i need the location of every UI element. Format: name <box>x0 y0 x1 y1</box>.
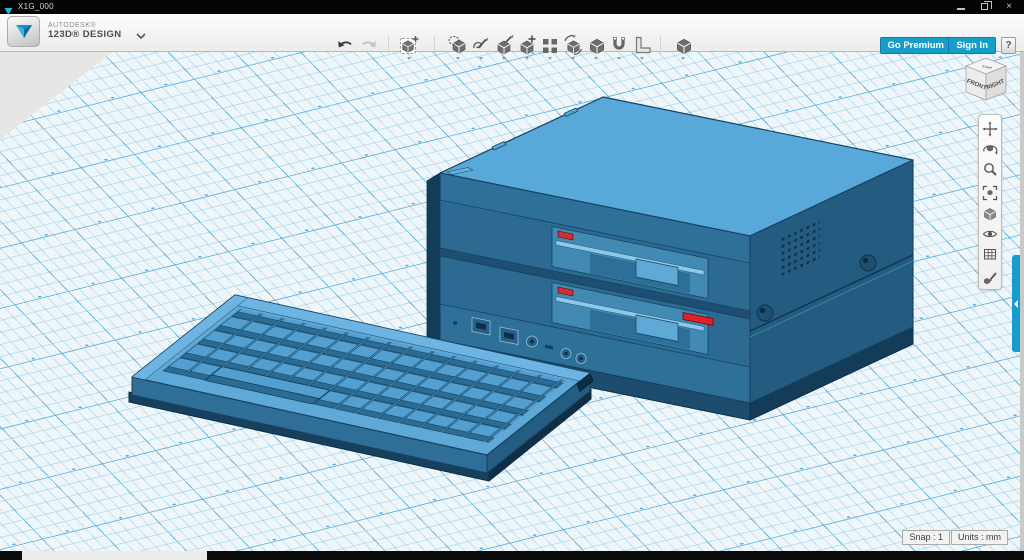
snap-magnet-icon <box>608 34 630 56</box>
undo-icon <box>336 37 354 53</box>
grouping-icon <box>562 34 584 56</box>
sign-in-button[interactable]: Sign In <box>948 37 996 54</box>
measure-ruler-icon <box>631 34 653 56</box>
insert-icon <box>398 34 420 56</box>
dropdown-caret <box>571 57 575 60</box>
zoom-button[interactable] <box>980 160 1000 179</box>
grid-far-corner <box>0 52 112 140</box>
measure-button[interactable] <box>631 34 653 56</box>
window-title: X1G_000 <box>18 2 54 11</box>
material-icon <box>672 34 694 56</box>
combine-button[interactable] <box>585 34 607 56</box>
minimize-icon <box>957 8 965 10</box>
redo-button[interactable] <box>358 34 380 56</box>
toolbar-separator <box>388 36 389 54</box>
title-bar: X1G_000 × <box>0 0 1024 14</box>
material-button[interactable] <box>672 34 694 56</box>
dropdown-caret <box>640 57 644 60</box>
orbit-button[interactable] <box>980 139 1000 158</box>
eye-icon <box>982 226 998 242</box>
sketch-icon <box>470 34 492 56</box>
logo-triangle-icon <box>14 23 34 40</box>
restore-icon <box>981 3 988 10</box>
3d-viewport[interactable]: TOP FRONT RIGHT <box>0 52 1024 551</box>
sketch-button[interactable] <box>470 34 492 56</box>
modify-icon <box>516 34 538 56</box>
insert-button[interactable] <box>398 34 420 56</box>
parts-panel-handle[interactable] <box>1012 255 1020 352</box>
shading-button[interactable] <box>980 204 1000 223</box>
snap-button[interactable] <box>608 34 630 56</box>
visibility-button[interactable] <box>980 224 1000 243</box>
snap-setting[interactable]: Snap : 1 <box>902 530 950 545</box>
modify-button[interactable] <box>516 34 538 56</box>
brand-menu[interactable]: AUTODESK® 123D® DESIGN <box>7 16 146 47</box>
help-button[interactable]: ? <box>1001 37 1016 54</box>
material-paint-button[interactable] <box>980 269 1000 288</box>
dropdown-caret <box>479 57 483 60</box>
dropdown-caret <box>594 57 598 60</box>
app-triangle-icon <box>4 3 13 21</box>
brand-text: AUTODESK® 123D® DESIGN <box>48 22 122 41</box>
grid-icon <box>982 246 998 262</box>
grouping-button[interactable] <box>562 34 584 56</box>
app-toolbar: AUTODESK® 123D® DESIGN <box>0 14 1024 52</box>
orbit-icon <box>982 141 998 157</box>
pan-button[interactable] <box>980 119 1000 138</box>
units-setting[interactable]: Units : mm <box>951 530 1008 545</box>
dropdown-caret <box>407 57 411 60</box>
dropdown-caret <box>681 57 685 60</box>
chevron-down-icon[interactable] <box>136 26 146 44</box>
window-edge <box>1020 52 1024 551</box>
shading-icon <box>982 206 998 222</box>
os-taskbar <box>0 551 1024 560</box>
pattern-button[interactable] <box>539 34 561 56</box>
fit-view-button[interactable] <box>980 184 1000 203</box>
primitives-button[interactable] <box>447 34 469 56</box>
paint-brush-icon <box>982 270 998 286</box>
brand-product: 123D® DESIGN <box>48 30 122 41</box>
dropdown-caret <box>502 57 506 60</box>
minimize-button[interactable] <box>950 0 972 14</box>
pattern-icon <box>539 34 561 56</box>
redo-icon <box>360 37 378 53</box>
taskbar-app-segment[interactable] <box>22 551 207 560</box>
construct-icon <box>493 34 515 56</box>
dropdown-caret <box>548 57 552 60</box>
dropdown-caret <box>525 57 529 60</box>
toolbar-separator <box>660 36 661 54</box>
close-button[interactable]: × <box>998 0 1020 14</box>
fit-view-icon <box>982 185 998 201</box>
restore-button[interactable] <box>974 0 996 14</box>
zoom-icon <box>982 161 998 177</box>
pan-icon <box>982 121 998 137</box>
dropdown-caret <box>456 57 460 60</box>
toolbar-separator <box>434 36 435 54</box>
view-cube[interactable]: TOP FRONT RIGHT <box>958 54 1014 110</box>
dropdown-caret <box>617 57 621 60</box>
primitives-icon <box>447 34 469 56</box>
grid-settings-button[interactable] <box>980 245 1000 264</box>
navigation-toolbar <box>978 114 1002 290</box>
expand-left-arrow-icon <box>1014 300 1018 308</box>
undo-button[interactable] <box>334 34 356 56</box>
scene-canvas[interactable] <box>0 52 1024 551</box>
combine-icon <box>585 34 607 56</box>
go-premium-button[interactable]: Go Premium <box>880 37 953 54</box>
construct-button[interactable] <box>493 34 515 56</box>
